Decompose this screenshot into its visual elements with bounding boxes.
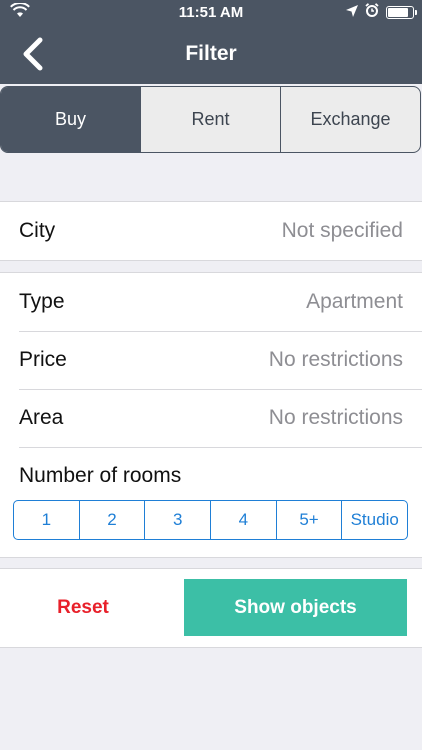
segment-buy[interactable]: Buy bbox=[1, 87, 140, 152]
price-row[interactable]: Price No restrictions bbox=[0, 331, 422, 389]
rooms-option-1[interactable]: 1 bbox=[14, 501, 79, 539]
price-label: Price bbox=[19, 348, 67, 371]
rooms-option-2[interactable]: 2 bbox=[78, 501, 145, 539]
city-value: Not specified bbox=[281, 219, 403, 242]
navigation-bar: Filter bbox=[0, 24, 422, 84]
location-icon bbox=[346, 4, 358, 21]
area-row[interactable]: Area No restrictions bbox=[0, 389, 422, 447]
segment-rent[interactable]: Rent bbox=[140, 87, 280, 152]
rooms-option-studio[interactable]: Studio bbox=[341, 501, 407, 539]
rooms-option-3[interactable]: 3 bbox=[144, 501, 210, 539]
rooms-label: Number of rooms bbox=[19, 464, 182, 487]
type-value: Apartment bbox=[306, 290, 403, 313]
area-label: Area bbox=[19, 406, 64, 429]
app-header: 11:51 AM Filter bbox=[0, 0, 422, 84]
city-label: City bbox=[19, 219, 56, 242]
price-value: No restrictions bbox=[268, 348, 403, 371]
battery-icon bbox=[386, 5, 417, 19]
city-section: City Not specified bbox=[0, 201, 422, 261]
city-row[interactable]: City Not specified bbox=[0, 202, 422, 260]
type-label: Type bbox=[19, 290, 65, 313]
action-bar: Reset Show objects bbox=[0, 568, 422, 648]
segment-exchange[interactable]: Exchange bbox=[280, 87, 420, 152]
alarm-icon bbox=[365, 3, 379, 21]
reset-button[interactable]: Reset bbox=[0, 569, 166, 647]
rooms-option-4[interactable]: 4 bbox=[210, 501, 276, 539]
type-row[interactable]: Type Apartment bbox=[0, 273, 422, 331]
rooms-row: Number of rooms 1 2 3 4 5+ Studio bbox=[0, 447, 422, 557]
rooms-option-5-plus[interactable]: 5+ bbox=[275, 501, 342, 539]
property-filters-section: Type Apartment Price No restrictions Are… bbox=[0, 272, 422, 558]
status-bar: 11:51 AM bbox=[0, 0, 422, 24]
rooms-segmented-control: 1 2 3 4 5+ Studio bbox=[13, 500, 408, 540]
area-value: No restrictions bbox=[268, 406, 403, 429]
show-objects-button[interactable]: Show objects bbox=[184, 579, 407, 636]
page-title: Filter bbox=[185, 42, 237, 65]
deal-type-segmented-control: Buy Rent Exchange bbox=[0, 86, 421, 153]
